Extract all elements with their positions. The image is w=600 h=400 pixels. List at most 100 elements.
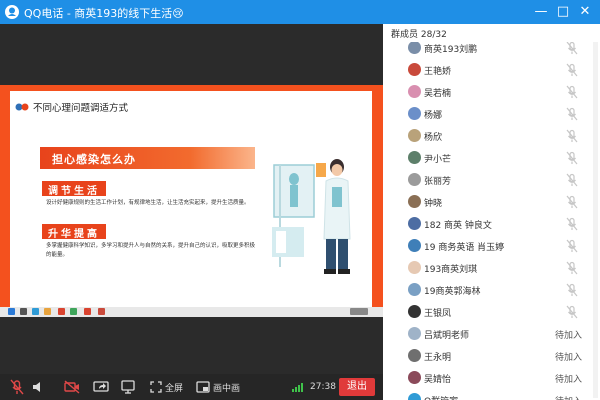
member-row[interactable]: 吴婧怡 待加入 xyxy=(383,367,588,389)
mic-off-icon xyxy=(566,85,578,99)
avatar xyxy=(408,239,421,252)
title-bar: QQ电话 - 商英193的线下生活😢 — □ ✕ xyxy=(0,0,600,24)
mic-off-icon xyxy=(566,129,578,143)
avatar xyxy=(408,151,421,164)
member-name: 尹小芒 xyxy=(424,155,452,165)
mic-off-icon xyxy=(566,239,578,253)
member-row[interactable]: 19 商务英语 肖玉婷 xyxy=(383,235,588,257)
section-text-2: 多掌握健康科学知识，多学习和提升人与自然的关系，提升自己的认识，吸取更多积极的能… xyxy=(46,243,256,258)
avatar xyxy=(408,129,421,142)
speaker-button[interactable] xyxy=(32,379,44,395)
avatar xyxy=(408,371,421,384)
member-list-scrollbar[interactable] xyxy=(593,42,598,398)
share-screen-button[interactable] xyxy=(93,379,109,395)
slide-right-border xyxy=(372,85,383,307)
shared-taskbar xyxy=(0,307,383,317)
avatar xyxy=(408,63,421,76)
member-row[interactable]: 王永明 待加入 xyxy=(383,345,588,367)
fullscreen-label: 全屏 xyxy=(165,383,184,394)
doctor-illustration xyxy=(272,159,351,274)
share-screen-icon xyxy=(93,381,109,392)
taskbar-app-icon xyxy=(98,308,105,315)
mic-off-icon xyxy=(566,63,578,77)
member-name: 杨娜 xyxy=(424,111,443,121)
avatar xyxy=(408,327,421,340)
taskbar-app-icon xyxy=(70,308,77,315)
mic-off-icon xyxy=(566,107,578,121)
member-status: 待加入 xyxy=(555,331,583,341)
mic-off-icon xyxy=(566,217,578,231)
call-timer: 27:38 xyxy=(310,382,336,392)
pip-label: 画中画 xyxy=(213,383,241,394)
member-row[interactable]: Q群管家 待加入 xyxy=(383,389,588,400)
avatar xyxy=(408,195,421,208)
window-title: QQ电话 - 商英193的线下生活😢 xyxy=(24,7,184,20)
member-row[interactable]: 王艳娇 xyxy=(383,59,588,81)
shared-slide: 不同心理问题调适方式 担心感染怎么办 调节生活 设计好健康规则的生活工作计划，有… xyxy=(0,85,383,307)
slide-header: 不同心理问题调适方式 xyxy=(15,97,128,116)
mic-off-icon xyxy=(10,379,24,395)
fullscreen-button[interactable]: 全屏 xyxy=(150,379,183,395)
member-status: 待加入 xyxy=(555,375,583,385)
screen-share-area: 不同心理问题调适方式 担心感染怎么办 调节生活 设计好健康规则的生活工作计划，有… xyxy=(0,24,383,374)
member-row[interactable]: 钟晓 xyxy=(383,191,588,213)
taskbar-app-icon xyxy=(84,308,91,315)
member-name: 吴若楠 xyxy=(424,89,452,99)
slide-logo-icon xyxy=(15,97,29,116)
start-icon xyxy=(8,308,15,315)
member-row[interactable]: 杨欣 xyxy=(383,125,588,147)
signal-icon xyxy=(292,383,303,392)
slide-title: 不同心理问题调适方式 xyxy=(33,102,129,114)
avatar xyxy=(408,393,421,400)
mic-off-button[interactable] xyxy=(10,379,24,395)
mic-off-icon xyxy=(566,41,578,55)
member-row[interactable]: 吴若楠 xyxy=(383,81,588,103)
member-name: 王银凤 xyxy=(424,309,452,319)
member-name: 193商英刘琪 xyxy=(424,265,478,275)
close-button[interactable]: ✕ xyxy=(575,2,595,22)
member-name: 182 商英 钟良文 xyxy=(424,221,492,231)
taskbar-clock xyxy=(350,308,368,315)
pip-icon xyxy=(196,381,210,393)
section-label-1: 调节生活 xyxy=(42,181,106,197)
fullscreen-icon xyxy=(150,381,162,393)
minimize-button[interactable]: — xyxy=(531,2,551,22)
mic-off-icon xyxy=(566,305,578,319)
signal-indicator: 27:38 xyxy=(292,379,336,395)
band-heading: 担心感染怎么办 xyxy=(52,153,136,166)
member-row[interactable]: 182 商英 钟良文 xyxy=(383,213,588,235)
avatar xyxy=(408,217,421,230)
member-status: 待加入 xyxy=(555,353,583,363)
member-row[interactable]: 吕斌明老师 待加入 xyxy=(383,323,588,345)
slide-left-border xyxy=(0,85,10,307)
member-row[interactable]: 杨娜 xyxy=(383,103,588,125)
member-row[interactable]: 王银凤 xyxy=(383,301,588,323)
taskbar-app-icon xyxy=(58,308,65,315)
member-name: 吕斌明老师 xyxy=(424,331,470,341)
member-row[interactable]: 尹小芒 xyxy=(383,147,588,169)
avatar xyxy=(408,305,421,318)
section-label-2: 升华提高 xyxy=(42,224,106,240)
speaker-icon xyxy=(33,382,40,392)
call-control-bar: 全屏 画中画 27:38 退出 xyxy=(0,374,383,400)
member-name: 钟晓 xyxy=(424,199,443,209)
avatar xyxy=(408,173,421,186)
mic-off-icon xyxy=(566,151,578,165)
avatar xyxy=(408,41,421,54)
member-status: 待加入 xyxy=(555,394,582,400)
camera-off-button[interactable] xyxy=(64,379,80,395)
qq-call-window: QQ电话 - 商英193的线下生活😢 — □ ✕ 不同心理问题调适方式 担心感染… xyxy=(0,0,600,400)
member-name: 张丽芳 xyxy=(424,177,452,187)
pip-button[interactable]: 画中画 xyxy=(196,379,240,395)
member-row[interactable]: 19商英郭海林 xyxy=(383,279,588,301)
member-row[interactable]: 193商英刘琪 xyxy=(383,257,588,279)
member-row[interactable]: 张丽芳 xyxy=(383,169,588,191)
whiteboard-button[interactable] xyxy=(121,379,135,395)
maximize-button[interactable]: □ xyxy=(553,2,573,22)
member-name: 王永明 xyxy=(424,353,452,363)
exit-button[interactable]: 退出 xyxy=(339,378,375,396)
member-name: 杨欣 xyxy=(424,133,443,143)
member-count-header: 群成员 28/32 xyxy=(383,24,600,42)
taskbar-app-icon xyxy=(44,308,51,315)
member-name: 吴婧怡 xyxy=(424,375,452,385)
